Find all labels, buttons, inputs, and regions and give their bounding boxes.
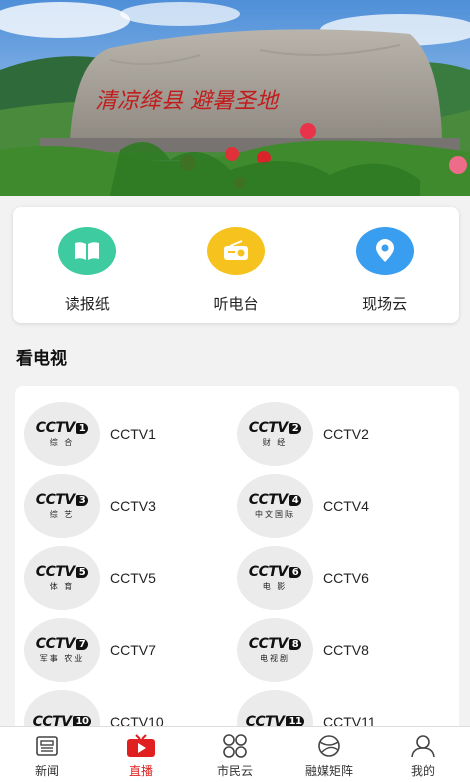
nav-citizen-cloud-label: 市民云 (216, 764, 253, 778)
channel-item[interactable]: CCTV 7 军事 农业 CCTV7 (15, 618, 228, 682)
logo-brand: CCTV (35, 420, 75, 436)
logo-number: 2 (288, 422, 302, 434)
nav-news[interactable]: 新闻 (0, 727, 94, 782)
logo-number: 5 (75, 566, 89, 578)
cctv-logo-icon: CCTV 7 军事 农业 (24, 618, 100, 682)
logo-number: 1 (75, 422, 89, 434)
channel-item[interactable]: CCTV 1 综 合 CCTV1 (15, 402, 228, 466)
logo-subtitle: 综 合 (49, 438, 75, 447)
radio-icon (206, 227, 265, 275)
nav-live[interactable]: 直播 (94, 727, 188, 782)
live-cloud-label: 现场云 (362, 295, 408, 313)
location-pin-icon (355, 227, 414, 275)
read-newspaper-button[interactable]: 读报纸 (27, 227, 147, 314)
read-newspaper-label: 读报纸 (64, 295, 110, 313)
logo-number: 6 (288, 566, 302, 578)
channel-name: CCTV6 (323, 570, 369, 586)
newspaper-icon (35, 733, 59, 759)
logo-subtitle: 电视剧 (260, 654, 290, 663)
user-icon (410, 733, 436, 759)
section-title-tv: 看电视 (16, 349, 67, 369)
globe-icon (316, 733, 342, 759)
channel-name: CCTV2 (323, 426, 369, 442)
logo-brand: CCTV (35, 492, 75, 508)
logo-brand: CCTV (248, 492, 288, 508)
listen-radio-button[interactable]: 听电台 (176, 227, 296, 314)
logo-subtitle: 电 影 (262, 582, 288, 591)
channel-list: CCTV 1 综 合 CCTV1 CCTV 2 财 经 CCTV2 CCTV 3 综 艺 CCTV3 C… (15, 386, 459, 746)
nav-mine-label: 我的 (410, 764, 435, 778)
channel-item[interactable]: CCTV 8 电视剧 CCTV8 (228, 618, 441, 682)
live-cloud-button[interactable]: 现场云 (325, 227, 445, 314)
nav-live-label: 直播 (128, 764, 153, 778)
nav-media-matrix-label: 融媒矩阵 (304, 764, 353, 778)
logo-brand: CCTV (35, 564, 75, 580)
logo-number: 3 (75, 494, 89, 506)
logo-brand: CCTV (248, 636, 288, 652)
cctv-logo-icon: CCTV 8 电视剧 (237, 618, 313, 682)
logo-number: 8 (288, 638, 302, 650)
logo-brand: CCTV (35, 636, 75, 652)
cctv-logo-icon: CCTV 5 体 育 (24, 546, 100, 610)
cctv-logo-icon: CCTV 1 综 合 (24, 402, 100, 466)
book-icon (58, 227, 117, 275)
quick-actions-card: 读报纸 听电台 现场云 (13, 207, 459, 323)
channel-name: CCTV4 (323, 498, 369, 514)
channel-item[interactable]: CCTV 6 电 影 CCTV6 (228, 546, 441, 610)
nav-citizen-cloud[interactable]: 市民云 (188, 727, 282, 782)
grid-circles-icon (222, 733, 248, 759)
bottom-nav: 新闻 直播 市民云 融媒矩阵 我的 (0, 726, 470, 782)
logo-subtitle: 财 经 (262, 438, 288, 447)
channel-name: CCTV1 (110, 426, 156, 442)
channel-item[interactable]: CCTV 4 中文国际 CCTV4 (228, 474, 441, 538)
stone-inscription: 清凉绛县 避暑圣地 (95, 89, 280, 114)
nav-mine[interactable]: 我的 (376, 727, 470, 782)
channel-item[interactable]: CCTV 2 财 经 CCTV2 (228, 402, 441, 466)
listen-radio-label: 听电台 (213, 295, 259, 313)
cctv-logo-icon: CCTV 4 中文国际 (237, 474, 313, 538)
logo-brand: CCTV (248, 564, 288, 580)
logo-subtitle: 军事 农业 (39, 654, 85, 663)
channel-name: CCTV8 (323, 642, 369, 658)
nav-news-label: 新闻 (34, 764, 59, 778)
scenic-stone-photo: 清凉绛县 避暑圣地 (0, 0, 470, 196)
banner-image[interactable]: 清凉绛县 避暑圣地 (0, 0, 470, 196)
logo-subtitle: 体 育 (49, 582, 75, 591)
logo-brand: CCTV (248, 420, 288, 436)
logo-number: 4 (288, 494, 302, 506)
channel-name: CCTV7 (110, 642, 156, 658)
channel-name: CCTV5 (110, 570, 156, 586)
logo-subtitle: 中文国际 (255, 510, 295, 519)
cctv-logo-icon: CCTV 3 综 艺 (24, 474, 100, 538)
nav-media-matrix[interactable]: 融媒矩阵 (282, 727, 376, 782)
logo-subtitle: 综 艺 (49, 510, 75, 519)
cctv-logo-icon: CCTV 6 电 影 (237, 546, 313, 610)
channel-name: CCTV3 (110, 498, 156, 514)
cctv-logo-icon: CCTV 2 财 经 (237, 402, 313, 466)
tv-play-icon (126, 733, 156, 759)
logo-number: 7 (75, 638, 89, 650)
channel-item[interactable]: CCTV 5 体 育 CCTV5 (15, 546, 228, 610)
channel-item[interactable]: CCTV 3 综 艺 CCTV3 (15, 474, 228, 538)
